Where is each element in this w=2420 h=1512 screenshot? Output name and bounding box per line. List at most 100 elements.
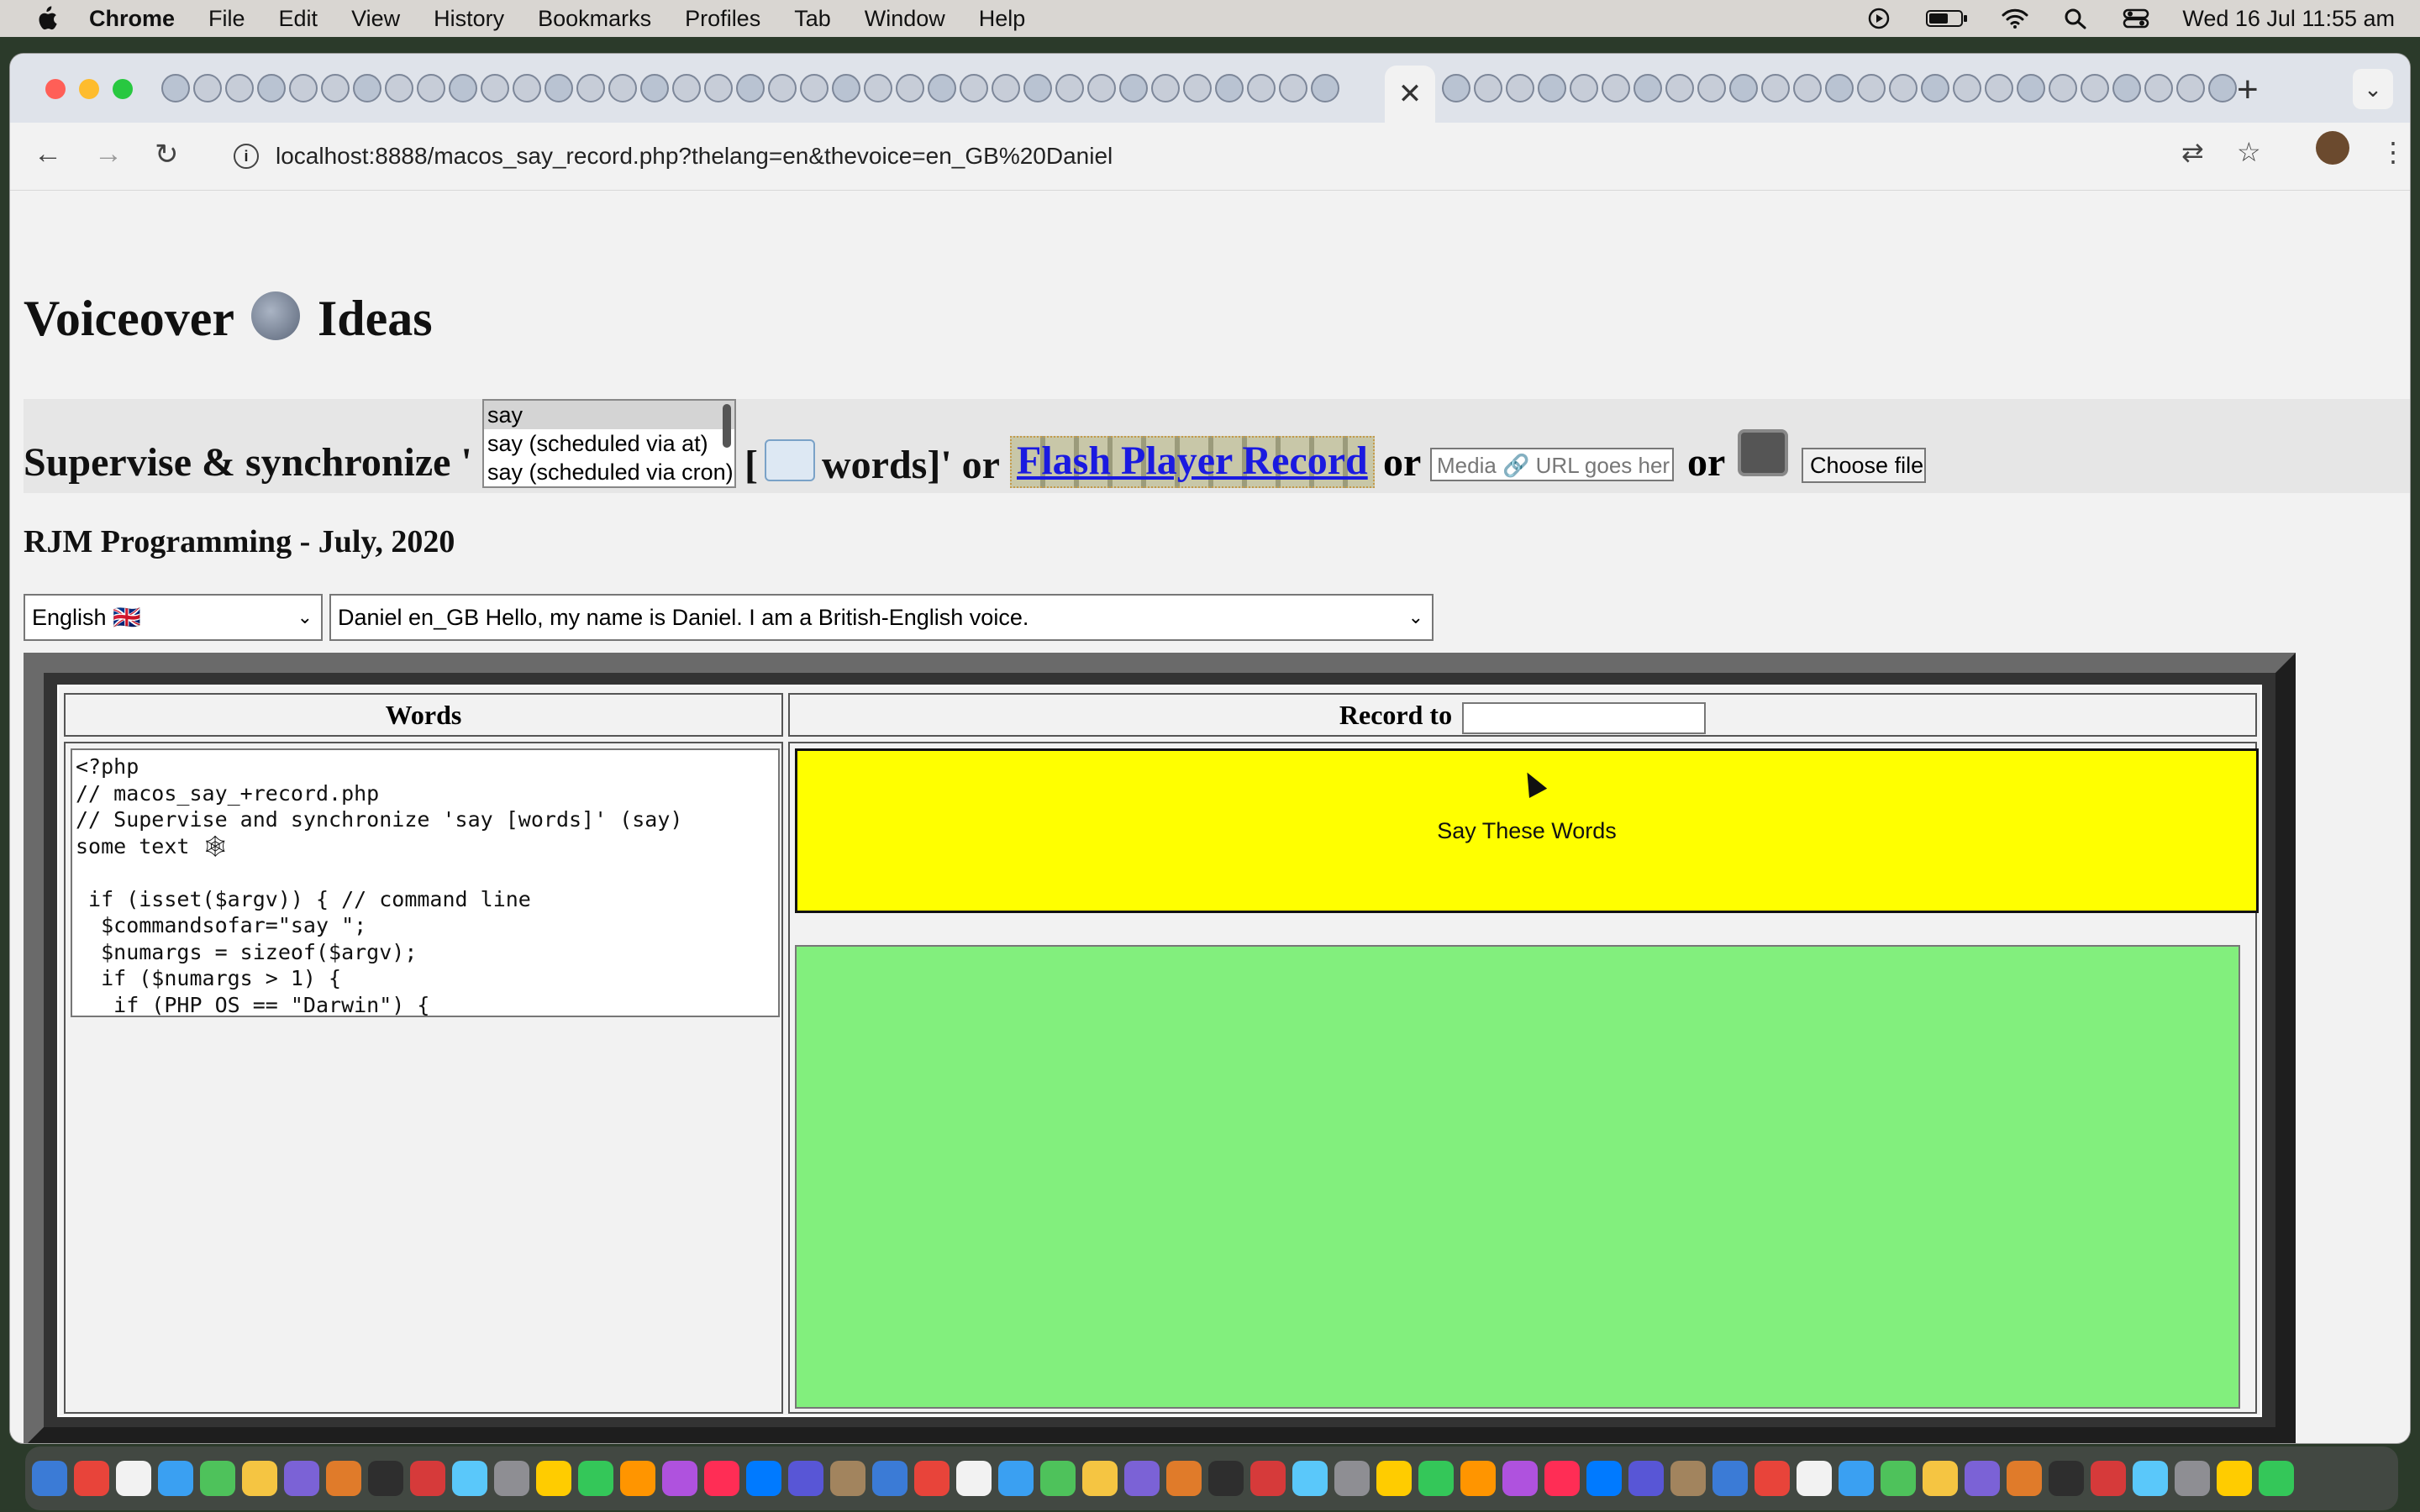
dock-app-icon[interactable] xyxy=(1670,1461,1706,1496)
dock-app-icon[interactable] xyxy=(2007,1461,2042,1496)
pinned-tab-favicon-icon[interactable] xyxy=(481,74,509,102)
dock-app-icon[interactable] xyxy=(830,1461,865,1496)
dock-app-icon[interactable] xyxy=(2259,1461,2294,1496)
command-option-at[interactable]: say (scheduled via at) xyxy=(484,429,734,458)
apple-logo-icon[interactable] xyxy=(34,5,59,32)
menu-file[interactable]: File xyxy=(208,6,245,32)
pinned-tab-favicon-icon[interactable] xyxy=(1087,74,1116,102)
dock-app-icon[interactable] xyxy=(1628,1461,1664,1496)
tab-search-button[interactable]: ⌄ xyxy=(2353,69,2393,109)
pinned-tab-favicon-icon[interactable] xyxy=(1151,74,1180,102)
pinned-tab-favicon-icon[interactable] xyxy=(1247,74,1276,102)
pinned-tab-favicon-icon[interactable] xyxy=(1279,74,1307,102)
pinned-tab-favicon-icon[interactable] xyxy=(2112,74,2141,102)
voice-select[interactable]: Daniel en_GB Hello, my name is Daniel. I… xyxy=(329,594,1434,641)
menu-tab[interactable]: Tab xyxy=(794,6,831,32)
language-select[interactable]: English 🇬🇧 ⌄ xyxy=(24,594,323,641)
pinned-tab-favicon-icon[interactable] xyxy=(449,74,477,102)
dock-app-icon[interactable] xyxy=(1965,1461,2000,1496)
fullscreen-window-button[interactable] xyxy=(113,79,133,99)
pinned-tab-favicon-icon[interactable] xyxy=(161,74,190,102)
pinned-tab-favicon-icon[interactable] xyxy=(2049,74,2077,102)
menu-profiles[interactable]: Profiles xyxy=(685,6,760,32)
pinned-tab-favicon-icon[interactable] xyxy=(417,74,445,102)
battery-icon[interactable] xyxy=(1925,8,1969,29)
dock-app-icon[interactable] xyxy=(1797,1461,1832,1496)
dock-app-icon[interactable] xyxy=(1586,1461,1622,1496)
pinned-tab-favicon-icon[interactable] xyxy=(1665,74,1694,102)
pinned-tab-favicon-icon[interactable] xyxy=(1793,74,1822,102)
dock-app-icon[interactable] xyxy=(1040,1461,1076,1496)
translate-icon[interactable]: ⇄ xyxy=(2181,136,2204,168)
pinned-tab-favicon-icon[interactable] xyxy=(1857,74,1886,102)
pinned-tab-favicon-icon[interactable] xyxy=(896,74,924,102)
tab-active[interactable]: ✕ xyxy=(1385,66,1435,123)
dock-app-icon[interactable] xyxy=(1712,1461,1748,1496)
dock-app-icon[interactable] xyxy=(1754,1461,1790,1496)
menu-view[interactable]: View xyxy=(351,6,400,32)
bookmark-star-icon[interactable]: ☆ xyxy=(2237,136,2261,168)
reload-button[interactable]: ↻ xyxy=(155,138,179,171)
pinned-tab-favicon-icon[interactable] xyxy=(960,74,988,102)
address-bar-url[interactable]: localhost:8888/macos_say_record.php?thel… xyxy=(276,143,1113,170)
pinned-tab-favicon-icon[interactable] xyxy=(321,74,350,102)
dock-app-icon[interactable] xyxy=(2175,1461,2210,1496)
dock-app-icon[interactable] xyxy=(1923,1461,1958,1496)
pinned-tab-favicon-icon[interactable] xyxy=(544,74,573,102)
pinned-tab-favicon-icon[interactable] xyxy=(800,74,829,102)
new-tab-button[interactable]: + xyxy=(2237,69,2259,111)
pinned-tab-favicon-icon[interactable] xyxy=(257,74,286,102)
flash-player-record-button[interactable]: Flash Player Record xyxy=(1010,436,1375,488)
profile-avatar[interactable] xyxy=(2316,131,2349,165)
dock-app-icon[interactable] xyxy=(1418,1461,1454,1496)
wifi-icon[interactable] xyxy=(2001,8,2029,29)
flash-player-record-link[interactable]: Flash Player Record xyxy=(1017,438,1368,484)
pinned-tab-favicon-icon[interactable] xyxy=(2176,74,2205,102)
dock-app-icon[interactable] xyxy=(2049,1461,2084,1496)
dock-app-icon[interactable] xyxy=(284,1461,319,1496)
pinned-tab-favicon-icon[interactable] xyxy=(640,74,669,102)
pinned-tab-favicon-icon[interactable] xyxy=(928,74,956,102)
pinned-tab-favicon-icon[interactable] xyxy=(1729,74,1758,102)
menu-help[interactable]: Help xyxy=(979,6,1026,32)
dock-app-icon[interactable] xyxy=(956,1461,992,1496)
menu-history[interactable]: History xyxy=(434,6,504,32)
command-listbox[interactable]: say say (scheduled via at) say (schedule… xyxy=(482,399,736,488)
pinned-tab-favicon-icon[interactable] xyxy=(1023,74,1052,102)
pinned-tab-favicon-icon[interactable] xyxy=(1570,74,1598,102)
pinned-tab-favicon-icon[interactable] xyxy=(289,74,318,102)
dock-app-icon[interactable] xyxy=(1292,1461,1328,1496)
pinned-tab-favicon-icon[interactable] xyxy=(1442,74,1470,102)
dock-app-icon[interactable] xyxy=(1460,1461,1496,1496)
pinned-tab-favicon-icon[interactable] xyxy=(1825,74,1854,102)
close-window-button[interactable] xyxy=(45,79,66,99)
tab-close-icon[interactable]: ✕ xyxy=(1398,77,1423,111)
chrome-menu-icon[interactable]: ⋮ xyxy=(2380,136,2407,168)
choose-files-button[interactable]: Choose files xyxy=(1802,448,1926,483)
dock-app-icon[interactable] xyxy=(1544,1461,1580,1496)
pinned-tab-favicon-icon[interactable] xyxy=(2208,74,2237,102)
dock-app-icon[interactable] xyxy=(662,1461,697,1496)
dock-app-icon[interactable] xyxy=(998,1461,1034,1496)
pinned-tab-favicon-icon[interactable] xyxy=(1953,74,1981,102)
screen-record-icon[interactable] xyxy=(1865,8,1893,29)
pinned-tab-favicon-icon[interactable] xyxy=(2017,74,2045,102)
pinned-tab-favicon-icon[interactable] xyxy=(353,74,381,102)
pinned-tab-favicon-icon[interactable] xyxy=(2081,74,2109,102)
pinned-tab-favicon-icon[interactable] xyxy=(736,74,765,102)
pinned-tab-favicon-icon[interactable] xyxy=(576,74,605,102)
pinned-tab-favicon-icon[interactable] xyxy=(1055,74,1084,102)
dock-app-icon[interactable] xyxy=(1881,1461,1916,1496)
dock-app-icon[interactable] xyxy=(788,1461,823,1496)
pinned-tab-favicon-icon[interactable] xyxy=(385,74,413,102)
pinned-tab-favicon-icon[interactable] xyxy=(225,74,254,102)
spotlight-search-icon[interactable] xyxy=(2061,8,2090,29)
dock-app-icon[interactable] xyxy=(158,1461,193,1496)
dock-app-icon[interactable] xyxy=(536,1461,571,1496)
menu-bookmarks[interactable]: Bookmarks xyxy=(538,6,651,32)
record-output-area[interactable] xyxy=(795,945,2240,1409)
command-option-cron[interactable]: say (scheduled via cron) xyxy=(484,458,734,486)
dock-app-icon[interactable] xyxy=(452,1461,487,1496)
pinned-tab-favicon-icon[interactable] xyxy=(768,74,797,102)
pinned-tab-favicon-icon[interactable] xyxy=(864,74,892,102)
